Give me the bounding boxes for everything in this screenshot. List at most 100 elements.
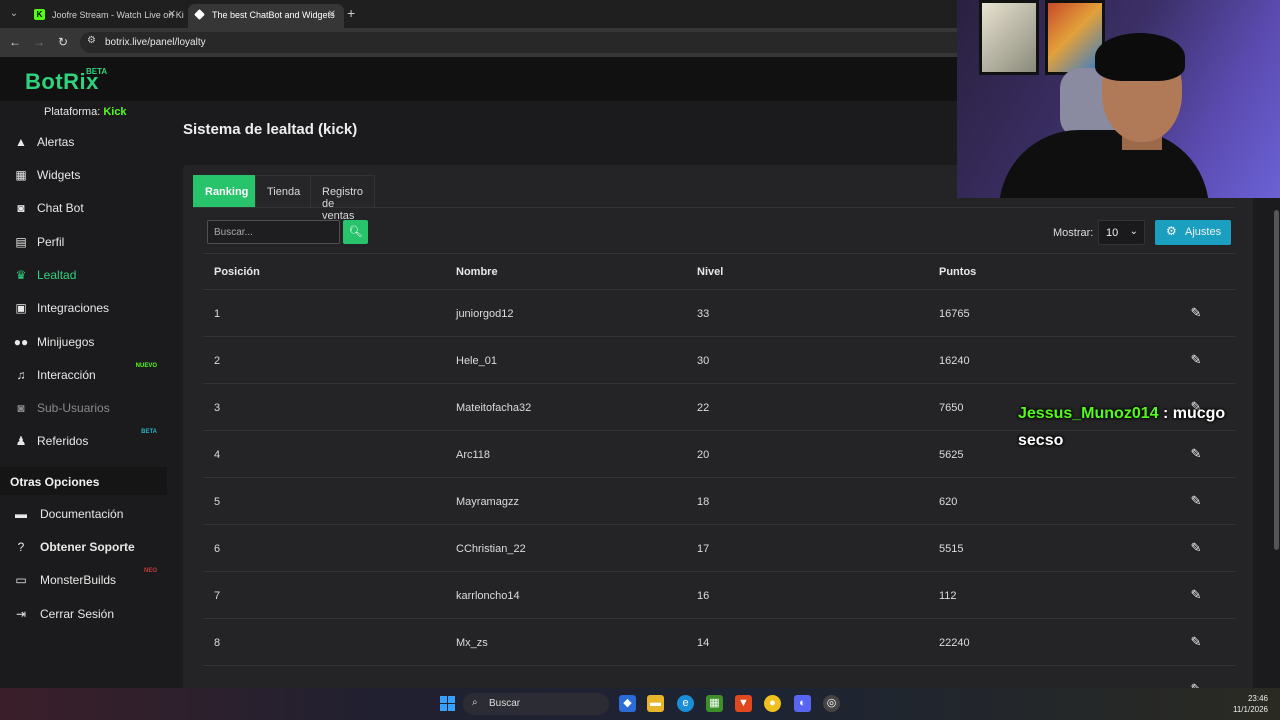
edge-icon[interactable]: e xyxy=(677,695,694,712)
cell-level: 30 xyxy=(697,355,710,367)
sidebar-item-alertas[interactable]: ▲ Alertas xyxy=(0,128,167,156)
minecraft-icon[interactable]: ▦ xyxy=(706,695,723,712)
clock-date: 11/1/2026 xyxy=(1233,705,1268,714)
edit-pencil-icon[interactable]: ✎ xyxy=(1188,352,1204,368)
id-card-icon: ▤ xyxy=(15,235,27,249)
sidebar-item-label: Referidos xyxy=(37,434,89,448)
cell-name: CChristian_22 xyxy=(456,543,526,555)
tab-search-icon[interactable]: ⌄ xyxy=(6,6,22,22)
column-header-puntos[interactable]: Puntos xyxy=(939,266,976,278)
sign-out-icon: ⇥ xyxy=(15,607,27,621)
table-row: 1 juniorgod12 33 16765 ✎ xyxy=(203,289,1236,336)
scrollbar-thumb[interactable] xyxy=(1274,210,1279,550)
sidebar-item-label: Cerrar Sesión xyxy=(40,607,115,621)
streamer-hair xyxy=(1095,33,1185,81)
sidebar-item-integraciones[interactable]: ▣ Integraciones xyxy=(0,294,167,322)
sidebar-item-widgets[interactable]: ▦ Widgets xyxy=(0,161,167,189)
tab-tienda[interactable]: Tienda xyxy=(255,175,313,208)
cell-points: 620 xyxy=(939,496,958,508)
column-header-nivel[interactable]: Nivel xyxy=(697,266,723,278)
edit-pencil-icon[interactable]: ✎ xyxy=(1188,493,1204,509)
settings-button[interactable]: ⚙ Ajustes xyxy=(1155,220,1231,245)
sidebar-item-interaccion[interactable]: ♫ Interacción NUEVO xyxy=(0,361,167,389)
sidebar-item-lealtad[interactable]: ♛ Lealtad xyxy=(0,261,167,289)
sidebar-item-sub-usuarios[interactable]: ◙ Sub-Usuarios xyxy=(0,394,167,422)
reload-icon[interactable]: ↻ xyxy=(55,35,71,49)
tab-registro-de-ventas[interactable]: Registro de ventas xyxy=(310,175,375,222)
browser-tab-1[interactable]: K Joofre Stream - Watch Live on Kick ✕ xyxy=(28,4,184,28)
back-icon[interactable]: ← xyxy=(7,35,23,49)
file-explorer-icon[interactable]: ▬ xyxy=(647,695,664,712)
page-size-select[interactable]: 10 ⌄ xyxy=(1098,220,1145,245)
new-tab-button[interactable]: + xyxy=(347,5,355,21)
table-row: 8 Mx_zs 14 22240 ✎ xyxy=(203,618,1236,665)
robot-icon: ◙ xyxy=(17,401,25,415)
chrome-icon[interactable]: ● xyxy=(764,695,781,712)
discord-icon[interactable]: ◐ xyxy=(794,695,811,712)
search-icon: 🔍︎ xyxy=(348,226,363,238)
sidebar-item-label: Documentación xyxy=(40,507,124,521)
streamer-body xyxy=(999,130,1209,198)
browser-tab-2[interactable]: The best ChatBot and Widgets ✕ xyxy=(188,4,344,28)
edit-pencil-icon[interactable]: ✎ xyxy=(1188,540,1204,556)
column-header-nombre[interactable]: Nombre xyxy=(456,266,498,278)
cell-name: Mx_zs xyxy=(456,637,488,649)
chat-separator: : xyxy=(1158,405,1173,422)
sidebar-item-label: Interacción xyxy=(37,368,96,382)
edit-pencil-icon[interactable]: ✎ xyxy=(1188,305,1204,321)
brave-icon[interactable]: ▼ xyxy=(735,695,752,712)
search-input[interactable] xyxy=(207,220,340,244)
sidebar-item-monsterbuilds[interactable]: ▭ MonsterBuilds NEO xyxy=(0,566,167,594)
taskbar-clock[interactable]: 23:46 11/1/2026 xyxy=(1228,693,1268,715)
scroll-icon: ▬ xyxy=(15,507,27,521)
obs-icon[interactable]: ◎ xyxy=(823,695,840,712)
platform-label: Plataforma: xyxy=(44,106,101,118)
sidebar-item-chat-bot[interactable]: ◙ Chat Bot xyxy=(0,194,167,222)
site-settings-icon[interactable]: ⚙ xyxy=(87,35,96,46)
page-size-value: 10 xyxy=(1106,227,1119,239)
grid-icon: ▦ xyxy=(15,168,27,182)
cell-name: juniorgod12 xyxy=(456,308,514,320)
sidebar-item-obtener-soporte[interactable]: ? Obtener Soporte xyxy=(0,533,167,561)
sidebar-item-perfil[interactable]: ▤ Perfil xyxy=(0,228,167,256)
column-header-posicion[interactable]: Posición xyxy=(214,266,260,278)
users-icon: ♟ xyxy=(15,434,27,448)
sidebar-item-referidos[interactable]: ♟ Referidos BETA xyxy=(0,427,167,455)
gamepad-icon: ●● xyxy=(13,335,29,349)
sidebar-item-label: Widgets xyxy=(37,168,81,182)
edit-pencil-icon[interactable]: ✎ xyxy=(1188,587,1204,603)
beta-badge: BETA xyxy=(141,429,157,435)
cell-points: 22240 xyxy=(939,637,970,649)
new-badge: NUEVO xyxy=(135,363,157,369)
edit-pencil-icon[interactable]: ✎ xyxy=(1188,634,1204,650)
wall-frame xyxy=(979,0,1039,75)
url-field[interactable]: ⚙ botrix.live/panel/loyalty xyxy=(80,32,980,53)
sidebar-item-documentacion[interactable]: ▬ Documentación xyxy=(0,500,167,528)
cell-name: Mayramagzz xyxy=(456,496,519,508)
url-text: botrix.live/panel/loyalty xyxy=(105,37,206,48)
cell-position: 5 xyxy=(214,496,221,508)
sidebar-item-label: Chat Bot xyxy=(37,201,84,215)
search-button[interactable]: 🔍︎ xyxy=(343,220,368,244)
taskbar-search[interactable]: ⌕ Buscar xyxy=(463,693,609,715)
sidebar-item-cerrar-sesion[interactable]: ⇥ Cerrar Sesión xyxy=(0,600,167,628)
cell-name: Hele_01 xyxy=(456,355,497,367)
tabs-divider xyxy=(193,207,1235,208)
tab-ranking[interactable]: Ranking xyxy=(193,175,261,208)
cell-points: 16240 xyxy=(939,355,970,367)
stream-chat-overlay: Jessus_Munoz014 : mucgo secso xyxy=(1018,400,1268,454)
cell-name: Mateitofacha32 xyxy=(456,402,532,414)
forward-icon[interactable]: → xyxy=(31,35,47,49)
sidebar-item-minijuegos[interactable]: ●● Minijuegos xyxy=(0,328,167,356)
question-icon: ? xyxy=(17,540,25,554)
cell-points: 5515 xyxy=(939,543,964,555)
cell-level: 14 xyxy=(697,637,710,649)
show-label: Mostrar: xyxy=(1053,227,1094,239)
app-icon-1[interactable]: ◆ xyxy=(619,695,636,712)
browser-tab-title: The best ChatBot and Widgets xyxy=(212,10,335,20)
close-tab-icon[interactable]: ✕ xyxy=(328,4,336,26)
windows-start-icon[interactable] xyxy=(440,696,455,711)
table-top-divider xyxy=(203,253,1236,254)
sidebar-item-label: Sub-Usuarios xyxy=(37,401,110,415)
close-tab-icon[interactable]: ✕ xyxy=(168,4,176,26)
